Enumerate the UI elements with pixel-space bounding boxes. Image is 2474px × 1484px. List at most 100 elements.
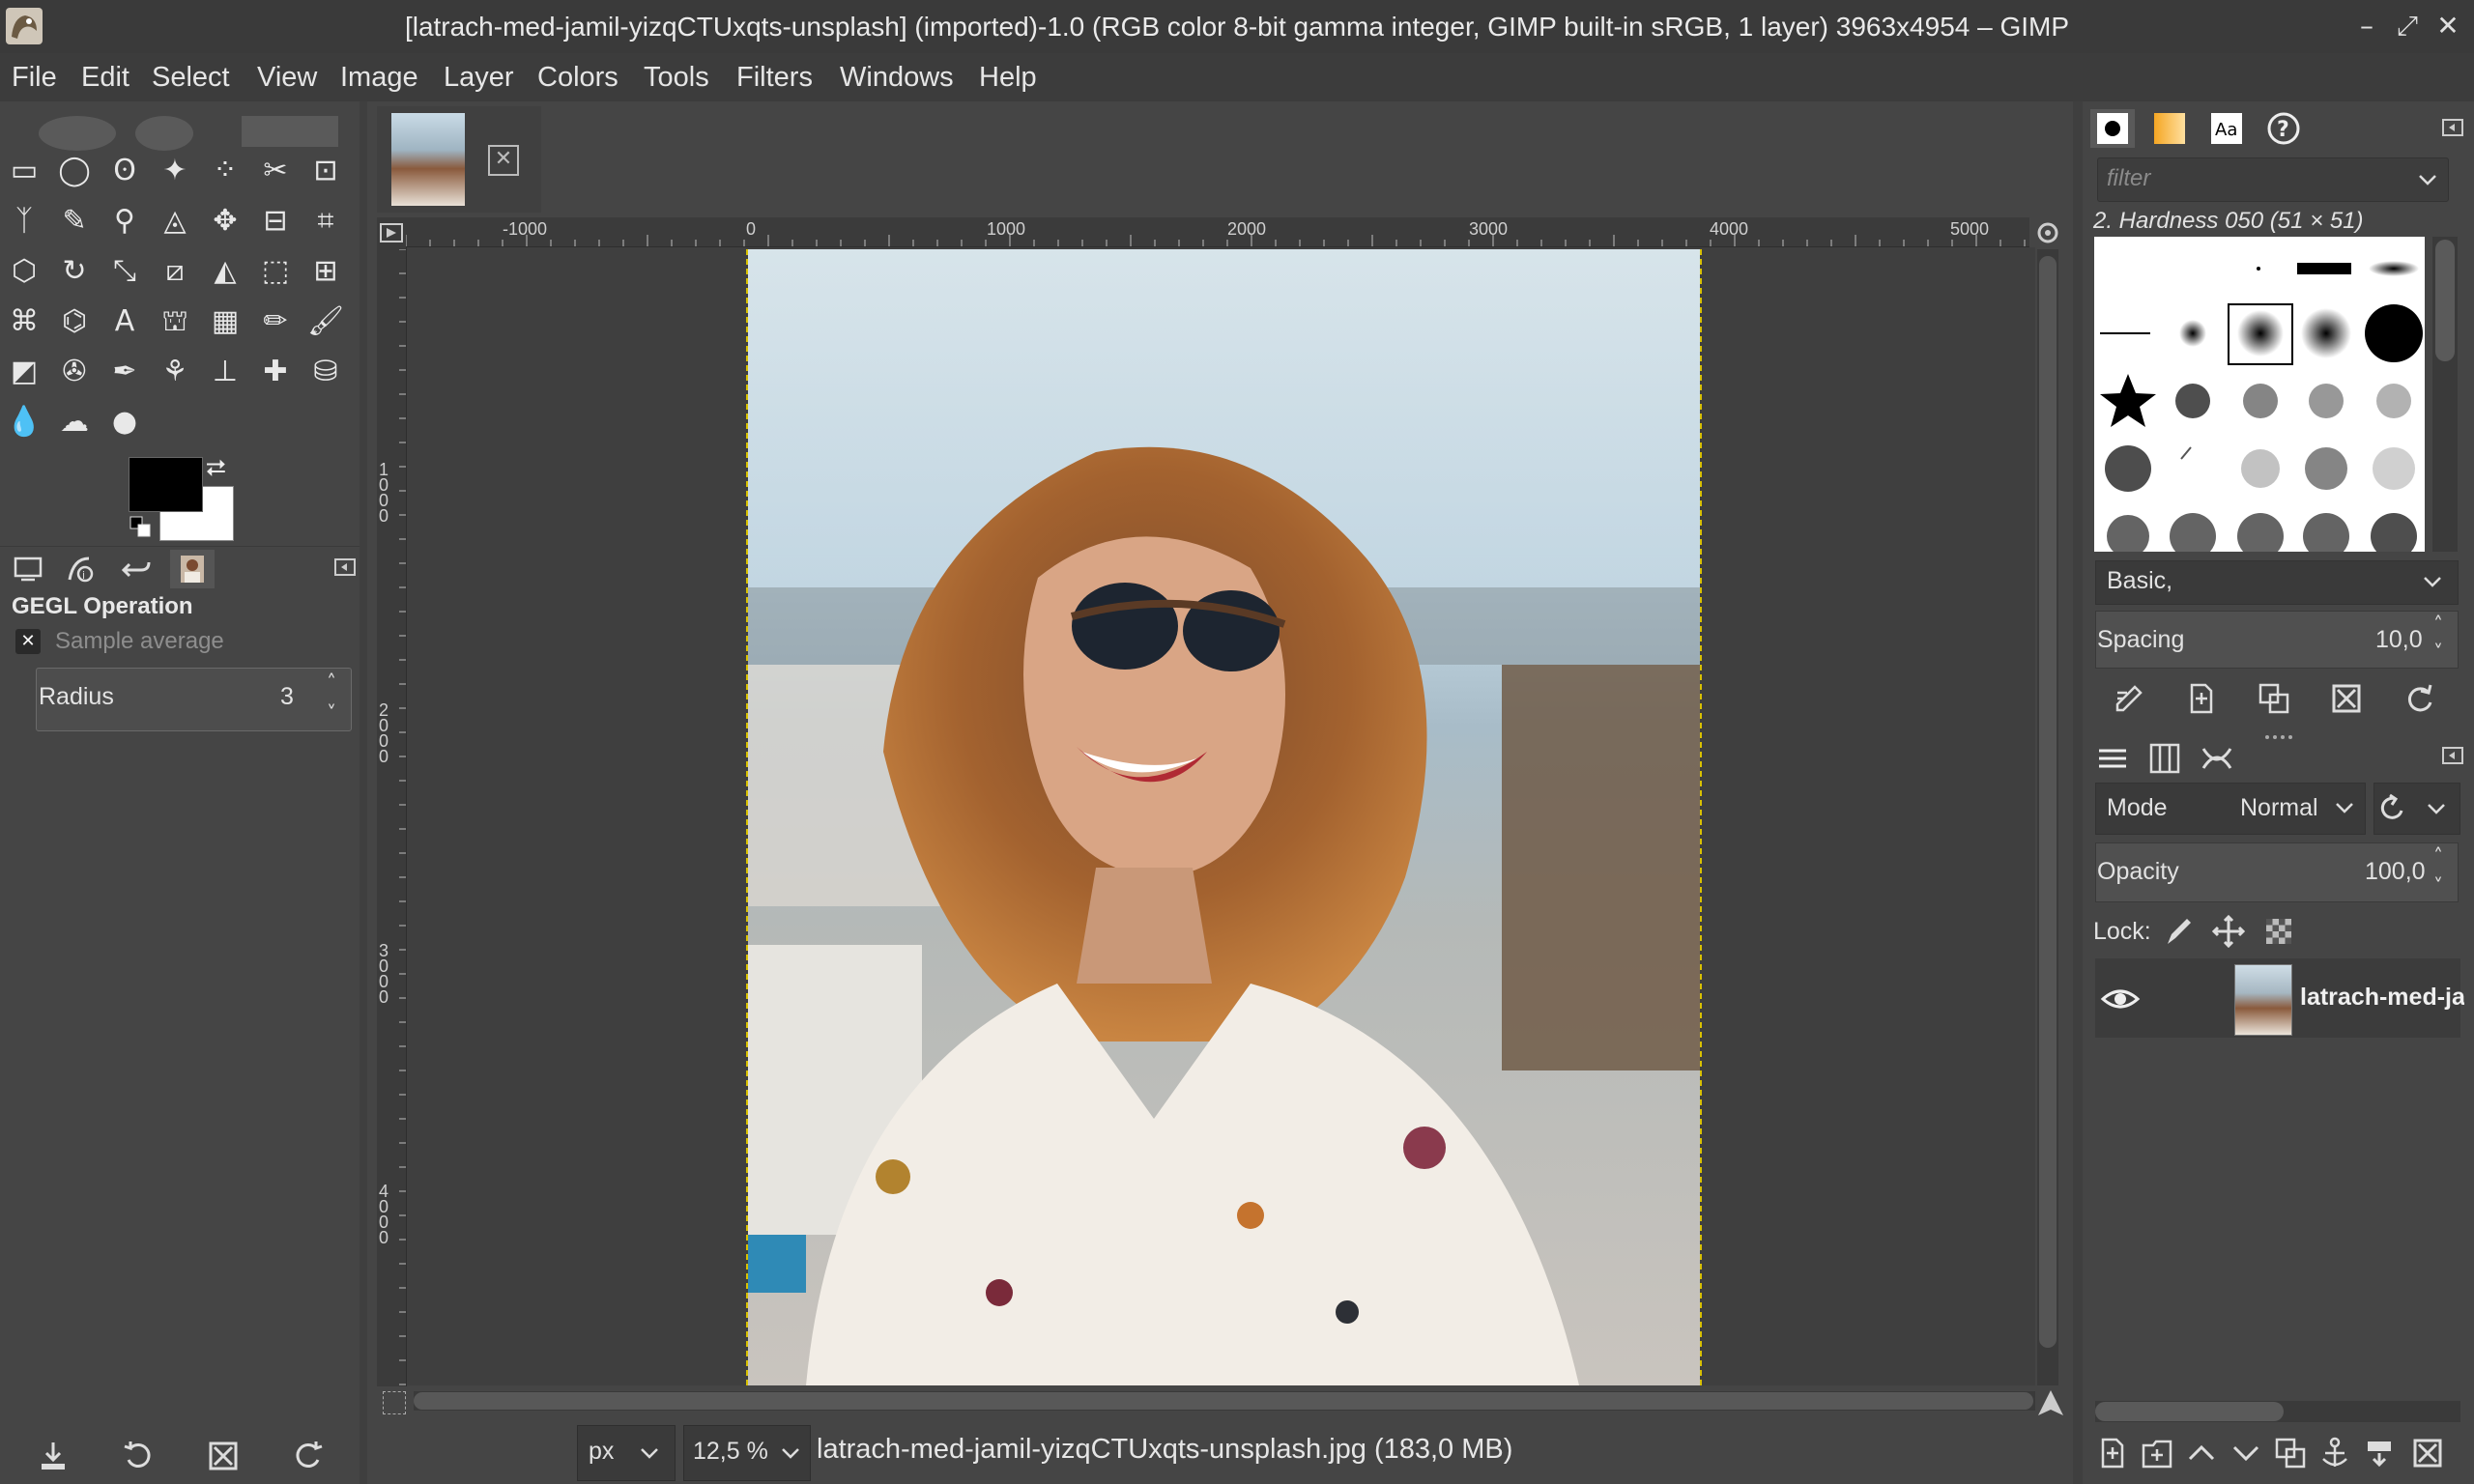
- menu-tools[interactable]: Tools: [644, 53, 709, 101]
- clone-tool-icon[interactable]: ⊥: [201, 348, 249, 396]
- image-layer-preview[interactable]: [746, 249, 1702, 1385]
- move-tool-icon[interactable]: ✥: [201, 197, 249, 245]
- crop-tool-icon[interactable]: ⌗: [302, 197, 350, 245]
- default-colors-icon[interactable]: [129, 515, 154, 540]
- opacity-increment-icon[interactable]: ˄: [2424, 843, 2453, 869]
- tab-paths[interactable]: [2194, 738, 2240, 779]
- menu-help[interactable]: Help: [979, 53, 1037, 101]
- restore-tool-preset-button[interactable]: [116, 1434, 160, 1478]
- lower-layer-button[interactable]: [2225, 1432, 2267, 1474]
- new-layer-group-button[interactable]: [2136, 1432, 2178, 1474]
- tab-channels[interactable]: [2142, 738, 2188, 779]
- layers-horizontal-scrollbar-thumb[interactable]: [2095, 1402, 2284, 1421]
- lock-position-icon[interactable]: [2209, 912, 2248, 951]
- menu-edit[interactable]: Edit: [81, 53, 129, 101]
- paintbrush-tool-icon[interactable]: 🖌: [302, 298, 350, 346]
- color-picker-tool-icon[interactable]: ✎: [50, 197, 99, 245]
- menu-image[interactable]: Image: [340, 53, 418, 101]
- lock-pixels-icon[interactable]: [2159, 912, 2198, 951]
- anchor-layer-button[interactable]: [2314, 1432, 2356, 1474]
- close-image-tab-icon[interactable]: ✕: [488, 145, 519, 176]
- bucket-fill-tool-icon[interactable]: ⛫: [151, 298, 199, 346]
- foreground-color-swatch[interactable]: [129, 457, 203, 512]
- mypaint-brush-tool-icon[interactable]: ⚘: [151, 348, 199, 396]
- text-tool-icon[interactable]: A: [101, 298, 149, 346]
- left-dock-separator[interactable]: [360, 101, 367, 1484]
- dock-menu-icon[interactable]: [333, 556, 357, 579]
- layer-visibility-eye-icon[interactable]: [2099, 978, 2142, 1020]
- tab-layers[interactable]: [2089, 738, 2136, 779]
- foreground-select-tool-icon[interactable]: ⊡: [302, 147, 350, 195]
- tab-help[interactable]: ?: [2261, 109, 2306, 148]
- pencil-tool-icon[interactable]: ✏: [251, 298, 300, 346]
- smudge-tool-icon[interactable]: ☁: [50, 398, 99, 446]
- scale-tool-icon[interactable]: ⤡: [101, 247, 149, 296]
- menu-file[interactable]: File: [12, 53, 57, 101]
- spacing-decrement-icon[interactable]: ˅: [2424, 640, 2453, 665]
- gradient-tool-icon[interactable]: ▦: [201, 298, 249, 346]
- menu-select[interactable]: Select: [152, 53, 230, 101]
- menu-colors[interactable]: Colors: [537, 53, 618, 101]
- perspective-tool-icon[interactable]: ⬚: [251, 247, 300, 296]
- merge-layer-button[interactable]: [2358, 1432, 2401, 1474]
- brush-grid-scrollbar-thumb[interactable]: [2435, 240, 2455, 361]
- delete-tool-preset-button[interactable]: [201, 1434, 245, 1478]
- menu-layer[interactable]: Layer: [444, 53, 514, 101]
- tab-images[interactable]: [170, 550, 215, 588]
- brush-grid[interactable]: [2094, 237, 2425, 559]
- toggle-quick-mask-icon[interactable]: [383, 1391, 406, 1414]
- layer-opacity-value[interactable]: 100,0: [2365, 858, 2426, 886]
- by-color-select-tool-icon[interactable]: ⁘: [201, 147, 249, 195]
- align-tool-icon[interactable]: ⊟: [251, 197, 300, 245]
- duplicate-brush-button[interactable]: [2252, 676, 2296, 721]
- eraser-tool-icon[interactable]: ◩: [0, 348, 48, 396]
- duplicate-layer-button[interactable]: [2269, 1432, 2312, 1474]
- fuzzy-select-tool-icon[interactable]: ✦: [151, 147, 199, 195]
- ellipse-select-tool-icon[interactable]: ◯: [50, 147, 99, 195]
- dodge-burn-tool-icon[interactable]: ●: [101, 398, 149, 446]
- dock-menu-icon[interactable]: [2441, 116, 2464, 139]
- quick-mask-toggle-icon[interactable]: [379, 220, 404, 245]
- right-dock-separator[interactable]: [2073, 101, 2083, 1484]
- tab-tool-options[interactable]: [6, 550, 50, 588]
- minimize-button[interactable]: –: [2350, 10, 2383, 43]
- tab-brushes[interactable]: [2090, 109, 2135, 148]
- save-tool-preset-button[interactable]: [31, 1434, 75, 1478]
- vertical-scrollbar-thumb[interactable]: [2039, 256, 2057, 1348]
- radius-increment-icon[interactable]: ˄: [317, 670, 346, 695]
- reset-tool-options-button[interactable]: [286, 1434, 331, 1478]
- dock-resize-handle[interactable]: [2261, 727, 2300, 739]
- radius-value[interactable]: 3: [280, 683, 294, 711]
- cage-tool-icon[interactable]: ⊞: [302, 247, 350, 296]
- edit-brush-button[interactable]: [2107, 676, 2151, 721]
- menu-view[interactable]: View: [257, 53, 317, 101]
- paths-tool-icon[interactable]: ᛉ: [0, 197, 48, 245]
- flip-tool-icon[interactable]: ◭: [201, 247, 249, 296]
- unified-transform-tool-icon[interactable]: ⬡: [0, 247, 48, 296]
- tab-gradients[interactable]: [2147, 109, 2192, 148]
- navigate-image-icon[interactable]: [2034, 1386, 2067, 1419]
- warp-transform-tool-icon[interactable]: ⌘: [0, 298, 48, 346]
- menu-filters[interactable]: Filters: [736, 53, 813, 101]
- zoom-value[interactable]: 12,5 %: [693, 1438, 768, 1466]
- maximize-button[interactable]: ⤢: [2391, 10, 2424, 43]
- heal-tool-icon[interactable]: ✚: [251, 348, 300, 396]
- menu-windows[interactable]: Windows: [840, 53, 954, 101]
- handle-transform-tool-icon[interactable]: ⌬: [50, 298, 99, 346]
- new-brush-button[interactable]: [2179, 676, 2224, 721]
- brush-spacing-value[interactable]: 10,0: [2375, 626, 2423, 654]
- raise-layer-button[interactable]: [2180, 1432, 2223, 1474]
- tab-undo-history[interactable]: [114, 550, 158, 588]
- lock-alpha-icon[interactable]: [2259, 912, 2298, 951]
- spacing-increment-icon[interactable]: ˄: [2424, 612, 2453, 637]
- airbrush-tool-icon[interactable]: ✇: [50, 348, 99, 396]
- sample-average-checkbox[interactable]: ✕: [15, 629, 41, 654]
- zoom-tool-icon[interactable]: ⚲: [101, 197, 149, 245]
- layer-name[interactable]: latrach-med-jamil-yizqCTUxqts-unsplash: [2300, 984, 2464, 1012]
- horizontal-scrollbar-thumb[interactable]: [414, 1392, 2033, 1410]
- rectangle-select-tool-icon[interactable]: ▭: [0, 147, 48, 195]
- measure-tool-icon[interactable]: ◬: [151, 197, 199, 245]
- dock-menu-icon[interactable]: [2441, 744, 2464, 767]
- refresh-brushes-button[interactable]: [2397, 676, 2441, 721]
- blur-sharpen-tool-icon[interactable]: 💧: [0, 398, 48, 446]
